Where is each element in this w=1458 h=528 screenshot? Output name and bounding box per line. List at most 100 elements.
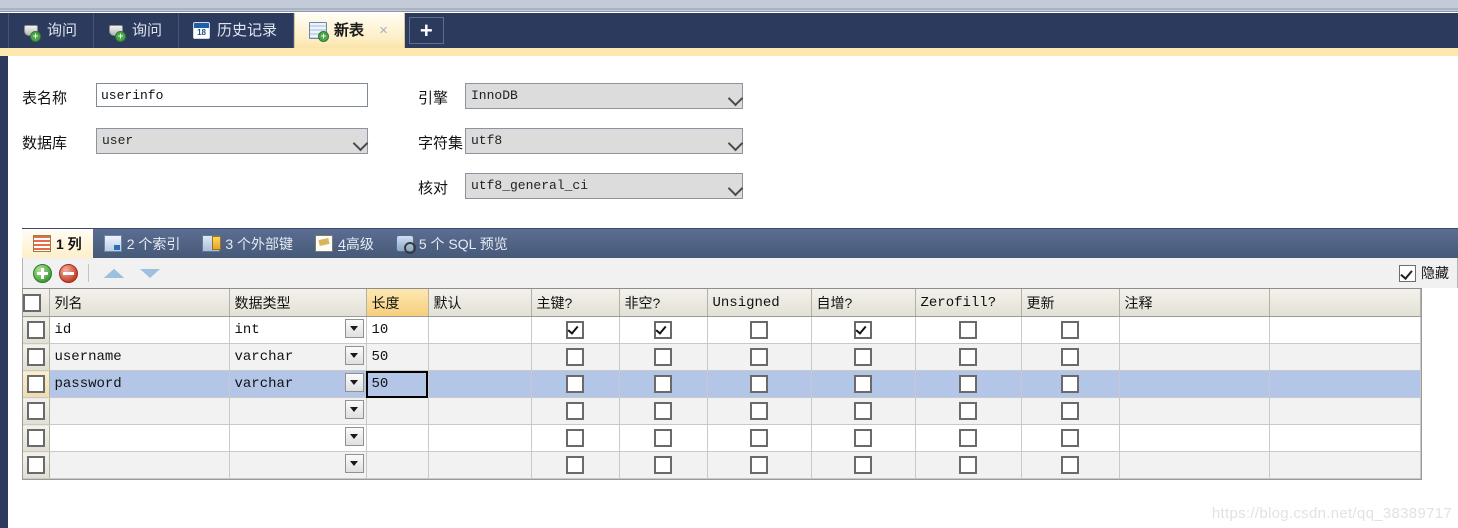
not-null-checkbox[interactable] [654, 402, 672, 420]
cell-data-type[interactable] [229, 451, 367, 479]
cell-default[interactable] [428, 424, 532, 452]
cell-updateflag[interactable] [1021, 451, 1120, 479]
cell-data-type[interactable]: varchar [229, 343, 367, 371]
cell-primary-key[interactable] [531, 343, 620, 371]
cell-auto-increment[interactable] [811, 451, 916, 479]
cell-zerofill[interactable] [915, 451, 1022, 479]
row-select-checkbox[interactable] [26, 456, 45, 474]
row-select-cell[interactable] [23, 397, 50, 425]
cell-primary-key[interactable] [531, 451, 620, 479]
updateflag-checkbox[interactable] [1061, 348, 1079, 366]
cell-primary-key[interactable] [531, 397, 620, 425]
cell-column-name[interactable] [49, 397, 230, 425]
primary-key-checkbox[interactable] [566, 402, 584, 420]
cell-default[interactable] [428, 397, 532, 425]
new-tab-button[interactable]: + [408, 17, 444, 44]
zerofill-checkbox[interactable] [959, 456, 977, 474]
table-row[interactable]: id int 10 [23, 316, 1421, 344]
chevron-down-icon[interactable] [344, 454, 364, 473]
cell-auto-increment[interactable] [811, 370, 916, 398]
cell-primary-key[interactable] [531, 316, 620, 344]
table-row[interactable] [23, 451, 1421, 479]
cell-column-name[interactable]: username [49, 343, 230, 371]
cell-data-type[interactable] [229, 397, 367, 425]
column-header-8[interactable]: 自增? [811, 289, 916, 317]
zerofill-checkbox[interactable] [959, 402, 977, 420]
cell-unsigned[interactable] [707, 397, 812, 425]
cell-updateflag[interactable] [1021, 316, 1120, 344]
auto-increment-checkbox[interactable] [854, 375, 872, 393]
column-header-3[interactable]: 长度 [366, 289, 429, 317]
column-header-4[interactable]: 默认 [428, 289, 532, 317]
unsigned-checkbox[interactable] [750, 429, 768, 447]
main-tab-3[interactable]: 历史记录 [179, 13, 295, 48]
cell-length[interactable]: 50 [366, 343, 429, 371]
hide-columns-checkbox[interactable] [1399, 264, 1416, 282]
charset-select[interactable]: utf8 [465, 128, 743, 154]
row-select-checkbox[interactable] [26, 375, 45, 393]
not-null-checkbox[interactable] [654, 321, 672, 339]
move-up-button[interactable] [104, 268, 124, 278]
not-null-checkbox[interactable] [654, 429, 672, 447]
designer-tab-1[interactable]: 1 列 [22, 229, 93, 258]
cell-column-name[interactable]: id [49, 316, 230, 344]
select-all-cell[interactable] [23, 289, 50, 317]
database-select[interactable]: user [96, 128, 368, 154]
updateflag-checkbox[interactable] [1061, 321, 1079, 339]
cell-updateflag[interactable] [1021, 370, 1120, 398]
row-select-checkbox[interactable] [26, 402, 45, 420]
cell-comment[interactable] [1119, 424, 1271, 452]
cell-comment[interactable] [1119, 316, 1271, 344]
column-header-7[interactable]: Unsigned [707, 289, 812, 317]
table-row[interactable] [23, 397, 1421, 425]
unsigned-checkbox[interactable] [750, 348, 768, 366]
table-row[interactable] [23, 424, 1421, 452]
column-header-9[interactable]: Zerofill? [915, 289, 1022, 317]
cell-auto-increment[interactable] [811, 316, 916, 344]
row-select-cell[interactable] [23, 451, 50, 479]
designer-tab-4[interactable]: 4高级 [304, 229, 385, 258]
cell-not-null[interactable] [619, 451, 708, 479]
updateflag-checkbox[interactable] [1061, 456, 1079, 474]
row-select-checkbox[interactable] [26, 348, 45, 366]
engine-select[interactable]: InnoDB [465, 83, 743, 109]
designer-tab-2[interactable]: 2 个索引 [93, 229, 192, 258]
cell-not-null[interactable] [619, 397, 708, 425]
cell-column-name[interactable] [49, 451, 230, 479]
cell-unsigned[interactable] [707, 370, 812, 398]
main-tab-1[interactable]: 询问 [8, 13, 95, 48]
hide-columns-toggle[interactable]: 隐藏 [1399, 258, 1449, 288]
cell-data-type[interactable] [229, 424, 367, 452]
updateflag-checkbox[interactable] [1061, 402, 1079, 420]
cell-zerofill[interactable] [915, 343, 1022, 371]
auto-increment-checkbox[interactable] [854, 456, 872, 474]
row-select-cell[interactable] [23, 424, 50, 452]
primary-key-checkbox[interactable] [566, 375, 584, 393]
primary-key-checkbox[interactable] [566, 429, 584, 447]
close-icon[interactable]: × [379, 22, 388, 39]
cell-default[interactable] [428, 316, 532, 344]
table-row[interactable]: password varchar 50 [23, 370, 1421, 398]
not-null-checkbox[interactable] [654, 375, 672, 393]
cell-unsigned[interactable] [707, 424, 812, 452]
auto-increment-checkbox[interactable] [854, 402, 872, 420]
cell-comment[interactable] [1119, 451, 1271, 479]
cell-length[interactable] [366, 451, 429, 479]
zerofill-checkbox[interactable] [959, 375, 977, 393]
primary-key-checkbox[interactable] [566, 348, 584, 366]
cell-length[interactable] [366, 424, 429, 452]
cell-auto-increment[interactable] [811, 343, 916, 371]
zerofill-checkbox[interactable] [959, 321, 977, 339]
cell-length[interactable]: 50 [366, 370, 429, 398]
cell-comment[interactable] [1119, 370, 1271, 398]
cell-zerofill[interactable] [915, 424, 1022, 452]
updateflag-checkbox[interactable] [1061, 375, 1079, 393]
cell-data-type[interactable]: varchar [229, 370, 367, 398]
not-null-checkbox[interactable] [654, 456, 672, 474]
cell-zerofill[interactable] [915, 370, 1022, 398]
column-header-10[interactable]: 更新 [1021, 289, 1120, 317]
cell-updateflag[interactable] [1021, 343, 1120, 371]
add-field-button[interactable] [29, 260, 55, 286]
cell-zerofill[interactable] [915, 316, 1022, 344]
row-select-checkbox[interactable] [26, 429, 45, 447]
